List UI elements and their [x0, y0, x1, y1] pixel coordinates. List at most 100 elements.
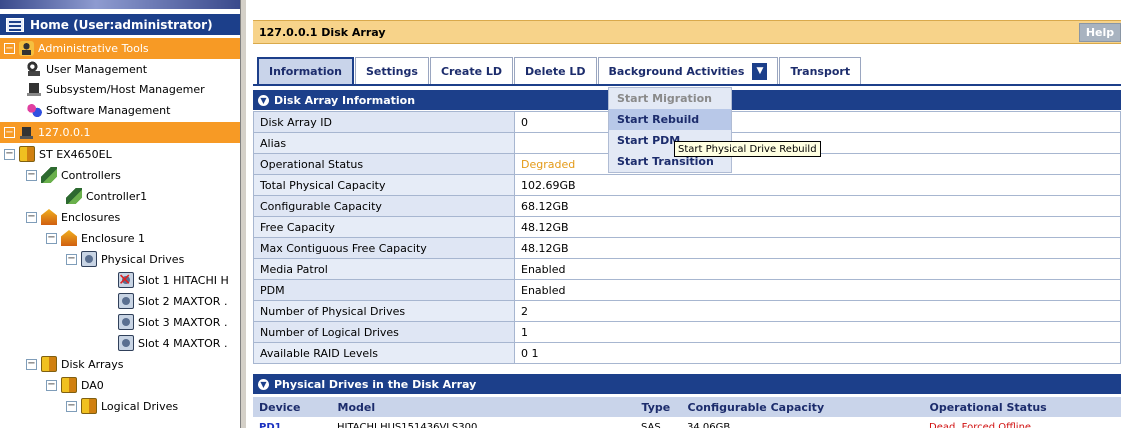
logical-drives-icon: [81, 398, 97, 414]
tree-top-banner: [0, 0, 240, 9]
tree-item-label: Slot 3 MAXTOR .: [138, 315, 228, 329]
column-header-type: Type: [635, 397, 682, 417]
collapse-icon[interactable]: −: [46, 232, 57, 244]
collapse-icon[interactable]: −: [26, 358, 37, 370]
collapse-section-icon[interactable]: ▼: [258, 94, 269, 106]
subsystem-icon: [19, 146, 35, 162]
field-value: 48.12GB: [514, 237, 1121, 259]
tree-item-controller1[interactable]: Controller1: [66, 186, 147, 206]
tree-item-label: Enclosures: [61, 210, 121, 224]
software-management-icon: [26, 102, 42, 118]
tree-item-label: Physical Drives: [101, 252, 185, 266]
collapse-icon[interactable]: −: [4, 43, 15, 54]
physical-drives-header[interactable]: ▼ Physical Drives in the Disk Array: [253, 374, 1121, 394]
collapse-icon[interactable]: −: [66, 253, 77, 265]
tree-item-user-management[interactable]: User Management: [26, 59, 147, 79]
collapse-icon[interactable]: −: [26, 169, 37, 181]
capacity-cell: 34.06GB: [687, 421, 731, 428]
section-title: Disk Array Information: [274, 93, 416, 107]
subsystem-icon: [26, 81, 42, 97]
collapse-icon[interactable]: −: [66, 400, 77, 412]
field-value: 1: [514, 321, 1121, 343]
field-value: 68.12GB: [514, 195, 1121, 217]
tree-item-enclosure-1[interactable]: − Enclosure 1: [46, 228, 145, 248]
collapse-icon[interactable]: −: [46, 379, 57, 391]
tree-home[interactable]: Home (User:administrator): [0, 14, 240, 35]
column-header-model: Model: [331, 397, 636, 417]
field-value: Enabled: [514, 279, 1121, 301]
type-cell: SAS: [641, 421, 661, 428]
field-label: Media Patrol: [253, 258, 515, 280]
table-row: Available RAID Levels 0 1: [253, 342, 1121, 364]
tree-item-label: Slot 2 MAXTOR .: [138, 294, 228, 308]
tab-settings[interactable]: Settings: [355, 57, 429, 84]
tab-information[interactable]: Information: [257, 57, 354, 84]
tree-item-label: Controllers: [61, 168, 121, 182]
tree-item-host[interactable]: − 127.0.0.1: [0, 122, 240, 143]
field-label: Total Physical Capacity: [253, 174, 515, 196]
tree-item-controllers[interactable]: − Controllers: [26, 165, 121, 185]
collapse-section-icon[interactable]: ▼: [258, 378, 269, 390]
dropdown-arrow-icon[interactable]: ▼: [752, 62, 768, 80]
field-label: Free Capacity: [253, 216, 515, 238]
tab-delete-ld[interactable]: Delete LD: [514, 57, 597, 84]
device-link[interactable]: PD1: [253, 417, 331, 428]
tree-item-physical-drives[interactable]: − Physical Drives: [66, 249, 184, 269]
field-label: Operational Status: [253, 153, 515, 175]
tab-label: Background Activities: [608, 64, 745, 78]
panel-splitter[interactable]: [240, 0, 247, 428]
main-panel: 127.0.0.1 Disk Array Help Information Se…: [247, 0, 1121, 428]
failed-drive-icon: [118, 270, 134, 289]
table-row: Configurable Capacity 68.12GB: [253, 195, 1121, 217]
field-label: Number of Physical Drives: [253, 300, 515, 322]
tree-item-slot-1[interactable]: Slot 1 HITACHI H: [118, 270, 229, 290]
tree-item-slot-2[interactable]: Slot 2 MAXTOR .: [118, 291, 227, 311]
tree-item-administrative-tools[interactable]: − Administrative Tools: [0, 38, 240, 59]
tree-item-slot-4[interactable]: Slot 4 MAXTOR .: [118, 333, 227, 353]
field-value: 2: [514, 300, 1121, 322]
tree-item-subsystem-host-management[interactable]: Subsystem/Host Managemer: [26, 79, 205, 99]
table-row: Number of Physical Drives 2: [253, 300, 1121, 322]
field-value: 0 1: [514, 342, 1121, 364]
field-value: Enabled: [514, 258, 1121, 280]
tree-home-label: Home (User:administrator): [30, 17, 213, 32]
tree-item-label: Slot 1 HITACHI H: [138, 273, 229, 287]
page-title-bar: 127.0.0.1 Disk Array Help: [253, 20, 1121, 44]
menu-item-start-migration[interactable]: Start Migration: [609, 88, 731, 109]
enclosure-icon: [61, 230, 77, 246]
field-label: PDM: [253, 279, 515, 301]
section-title: Physical Drives in the Disk Array: [274, 377, 477, 391]
collapse-icon[interactable]: −: [4, 148, 15, 160]
disk-array-icon: [61, 377, 77, 393]
admin-tools-icon: [19, 41, 34, 56]
status-cell: Dead, Forced Offline: [929, 421, 1032, 428]
tree-item-label: User Management: [46, 62, 148, 76]
tree-item-disk-arrays[interactable]: − Disk Arrays: [26, 354, 123, 374]
collapse-icon[interactable]: −: [4, 127, 15, 138]
field-label: Alias: [253, 132, 515, 154]
tree-item-label: Enclosure 1: [81, 231, 146, 245]
field-label: Available RAID Levels: [253, 342, 515, 364]
tooltip: Start Physical Drive Rebuild: [674, 141, 821, 157]
model-cell: HITACHI HUS151436VLS300: [337, 421, 478, 428]
tree-item-label: DA0: [81, 378, 104, 392]
tree-item-slot-3[interactable]: Slot 3 MAXTOR .: [118, 312, 227, 332]
controllers-icon: [41, 167, 57, 183]
help-button[interactable]: Help: [1079, 23, 1121, 42]
tab-transport[interactable]: Transport: [779, 57, 862, 84]
collapse-icon[interactable]: −: [26, 211, 37, 223]
field-label: Number of Logical Drives: [253, 321, 515, 343]
tree-item-software-management[interactable]: Software Management: [26, 100, 170, 120]
table-row: Free Capacity 48.12GB: [253, 216, 1121, 238]
tree-item-enclosures[interactable]: − Enclosures: [26, 207, 120, 227]
tree-item-subsystem[interactable]: − ST EX4650EL: [4, 144, 112, 164]
tree-item-label: Administrative Tools: [38, 42, 149, 55]
drive-icon: [118, 335, 134, 351]
tab-create-ld[interactable]: Create LD: [429, 57, 514, 84]
navigation-tree: Home (User:administrator) − Administrati…: [0, 0, 243, 428]
table-row: Media Patrol Enabled: [253, 258, 1121, 280]
menu-item-start-rebuild[interactable]: Start Rebuild: [609, 109, 731, 130]
tree-item-logical-drives[interactable]: − Logical Drives: [66, 396, 178, 416]
tree-item-da0[interactable]: − DA0: [46, 375, 104, 395]
tab-background-activities[interactable]: Background Activities ▼: [597, 57, 779, 84]
